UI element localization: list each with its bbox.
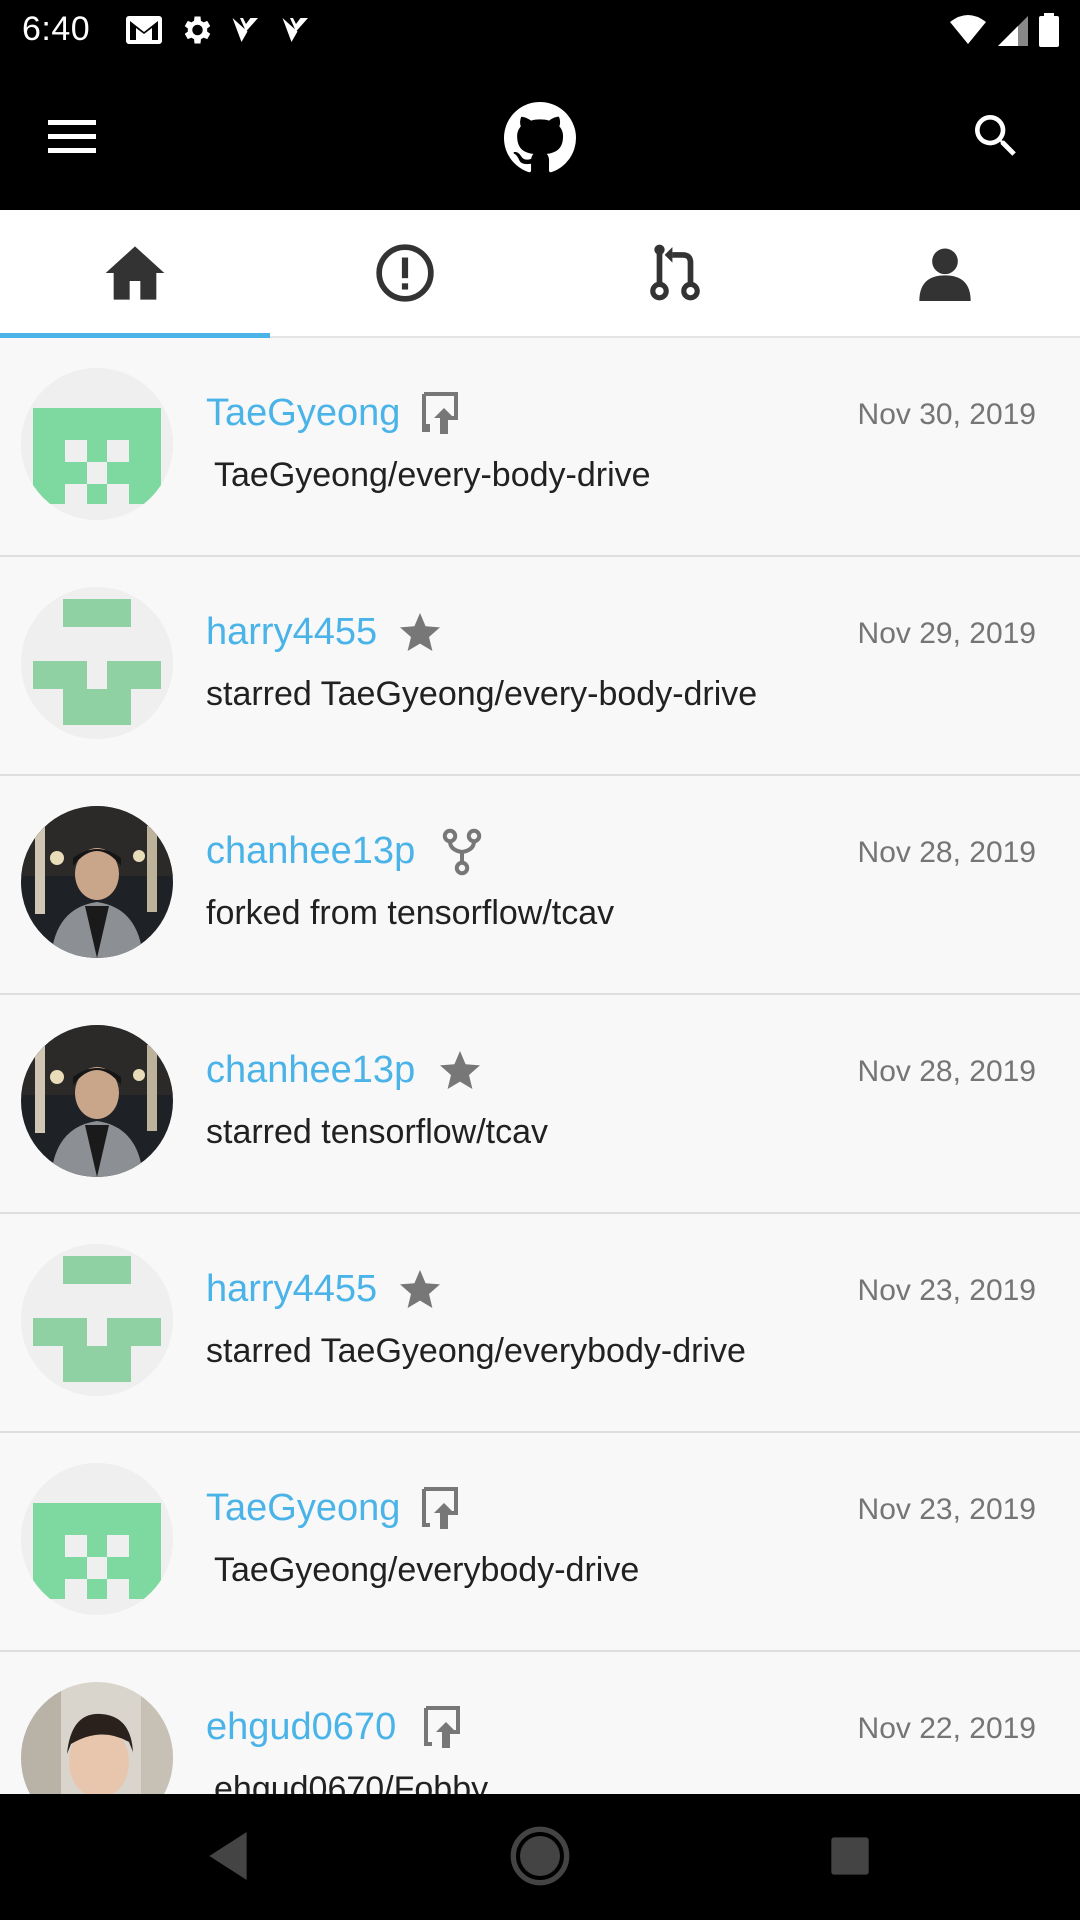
avatar[interactable]	[21, 1463, 173, 1615]
event-date: Nov 23, 2019	[857, 1493, 1036, 1526]
tab-pull-requests[interactable]	[540, 210, 810, 336]
avatar[interactable]	[21, 1682, 173, 1794]
event-date: Nov 23, 2019	[857, 1274, 1036, 1307]
event-description: starred tensorflow/tcav	[206, 1113, 549, 1151]
photo-avatar	[21, 806, 173, 958]
star-icon	[400, 1270, 440, 1308]
event-description: forked from tensorflow/tcav	[206, 894, 615, 932]
feed-item[interactable]: harry4455 Nov 29, 2019 starred TaeGyeong…	[0, 557, 1080, 776]
push-icon	[424, 1706, 460, 1748]
tab-profile[interactable]	[810, 210, 1080, 336]
photo-avatar	[21, 1025, 173, 1177]
gmail-icon	[126, 16, 162, 44]
github-octocat-icon	[504, 102, 576, 173]
identicon-avatar	[21, 368, 173, 520]
username-link[interactable]: harry4455	[206, 1268, 377, 1311]
username-link[interactable]: ehgud0670	[206, 1706, 396, 1749]
app-bar	[0, 62, 1080, 210]
event-date: Nov 28, 2019	[857, 1055, 1036, 1088]
username-link[interactable]: TaeGyeong	[206, 1487, 400, 1530]
event-date: Nov 29, 2019	[857, 617, 1036, 650]
event-date: Nov 28, 2019	[857, 836, 1036, 869]
battery-icon	[1039, 13, 1059, 47]
photo-avatar	[21, 1682, 173, 1794]
avatar[interactable]	[21, 1244, 173, 1396]
status-time: 6:40	[22, 10, 91, 48]
avatar[interactable]	[21, 368, 173, 520]
push-icon	[422, 1487, 458, 1529]
check-icon	[282, 18, 308, 42]
identicon-avatar	[21, 587, 173, 739]
wifi-icon	[950, 15, 986, 44]
event-description: starred TaeGyeong/every-body-drive	[206, 675, 758, 713]
search-icon	[975, 115, 1016, 156]
event-feed: TaeGyeong Nov 30, 2019 TaeGyeong/every-b…	[0, 338, 1080, 1794]
search-button[interactable]	[968, 108, 1024, 164]
hamburger-menu-icon	[48, 120, 96, 153]
signal-icon	[998, 16, 1028, 46]
avatar[interactable]	[21, 1025, 173, 1177]
issues-icon	[376, 244, 434, 302]
event-description: ehgud0670/Fobby	[214, 1770, 489, 1794]
username-link[interactable]: harry4455	[206, 611, 377, 654]
feed-item[interactable]: TaeGyeong Nov 23, 2019 TaeGyeong/everybo…	[0, 1433, 1080, 1652]
avatar[interactable]	[21, 587, 173, 739]
settings-icon	[184, 16, 211, 44]
tab-bar	[0, 210, 1080, 338]
event-description: TaeGyeong/everybody-drive	[214, 1551, 640, 1589]
profile-icon	[919, 248, 971, 301]
event-date: Nov 30, 2019	[857, 398, 1036, 431]
pull-request-icon	[650, 244, 700, 301]
home-circle-icon	[510, 1826, 570, 1886]
avatar[interactable]	[21, 806, 173, 958]
check-icon	[232, 18, 258, 42]
system-icons	[948, 12, 1060, 48]
feed-item[interactable]: harry4455 Nov 23, 2019 starred TaeGyeong…	[0, 1214, 1080, 1433]
menu-button[interactable]	[42, 112, 102, 160]
recents-button[interactable]	[818, 1824, 882, 1888]
feed-item[interactable]: TaeGyeong Nov 30, 2019 TaeGyeong/every-b…	[0, 338, 1080, 557]
event-date: Nov 22, 2019	[857, 1712, 1036, 1745]
feed-item[interactable]: ehgud0670 Nov 22, 2019 ehgud0670/Fobby	[0, 1652, 1080, 1794]
identicon-avatar	[21, 1244, 173, 1396]
notification-icons	[124, 12, 314, 48]
username-link[interactable]: chanhee13p	[206, 830, 415, 873]
username-link[interactable]: TaeGyeong	[206, 392, 400, 435]
push-icon	[422, 392, 458, 434]
back-triangle-icon	[209, 1832, 247, 1880]
github-logo	[504, 102, 576, 174]
fork-icon	[442, 828, 482, 876]
feed-item[interactable]: chanhee13p Nov 28, 2019 starred tensorfl…	[0, 995, 1080, 1214]
identicon-avatar	[21, 1463, 173, 1615]
system-navigation-bar	[0, 1794, 1080, 1920]
home-icon	[105, 246, 165, 300]
username-link[interactable]: chanhee13p	[206, 1049, 415, 1092]
star-icon	[400, 613, 440, 651]
home-button[interactable]	[508, 1824, 572, 1888]
tab-home[interactable]	[0, 210, 270, 338]
tab-issues[interactable]	[270, 210, 540, 336]
event-description: starred TaeGyeong/everybody-drive	[206, 1332, 746, 1370]
star-icon	[440, 1051, 480, 1089]
feed-item[interactable]: chanhee13p Nov 28, 2019 forked from tens…	[0, 776, 1080, 995]
event-description: TaeGyeong/every-body-drive	[214, 456, 651, 494]
status-bar: 6:40	[0, 0, 1080, 62]
recents-square-icon	[831, 1837, 869, 1875]
back-button[interactable]	[196, 1824, 260, 1888]
